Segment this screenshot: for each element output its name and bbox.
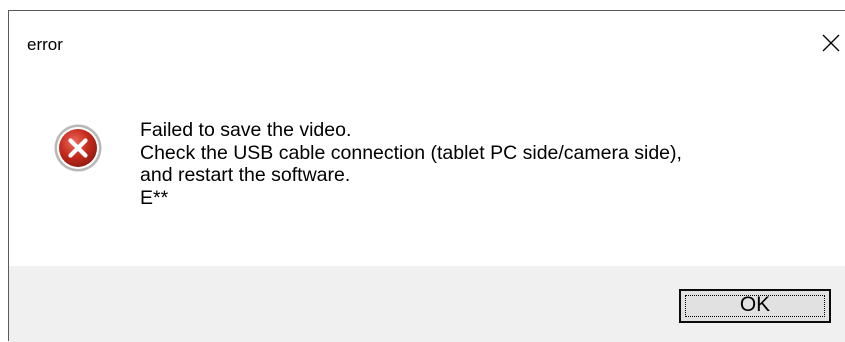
close-button[interactable] [815, 27, 845, 57]
close-icon [822, 34, 840, 52]
error-message: Failed to save the video. Check the USB … [140, 119, 682, 209]
ok-button-label: OK [739, 293, 771, 316]
message-line: E** [140, 186, 169, 209]
message-line: and restart the software. [140, 164, 351, 186]
error-icon [53, 123, 103, 173]
message-line: Failed to save the video. [140, 119, 352, 141]
dialog-title: error [27, 35, 63, 54]
ok-button[interactable]: OK [679, 289, 831, 323]
error-dialog: error Failed to save the video. Check th… [8, 10, 845, 342]
title-bar: error [9, 11, 845, 81]
message-line: Check the USB cable connection (tablet P… [140, 141, 682, 164]
